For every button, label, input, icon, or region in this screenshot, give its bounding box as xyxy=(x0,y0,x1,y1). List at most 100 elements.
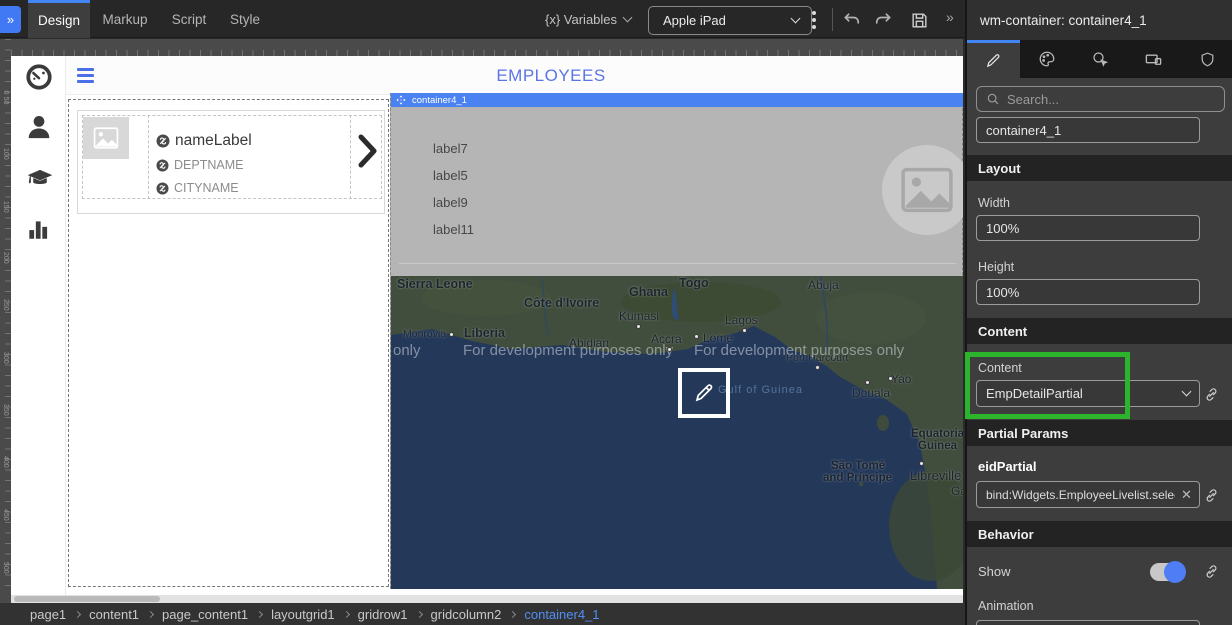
expand-right-panel-button[interactable]: » xyxy=(946,9,954,25)
dept-label-widget[interactable]: DEPTNAME xyxy=(156,158,243,172)
bind-icon xyxy=(156,159,169,172)
redo-icon xyxy=(873,10,893,30)
hamburger-menu-icon[interactable] xyxy=(77,68,94,83)
city-dot xyxy=(449,332,454,337)
page-title[interactable]: EMPLOYEES xyxy=(496,66,605,86)
selected-widget-tag[interactable]: container4_1 xyxy=(391,93,963,107)
tab-style[interactable]: Style xyxy=(222,0,268,38)
tab-script[interactable]: Script xyxy=(164,0,214,38)
breadcrumb-gridrow1[interactable]: gridrow1 xyxy=(358,607,408,622)
tab-devices[interactable] xyxy=(1127,40,1180,78)
tab-inspect[interactable] xyxy=(1074,40,1127,78)
breadcrumb-content1[interactable]: content1 xyxy=(89,607,139,622)
wavemaker-studio: » Design Markup Script Style {x} Variabl… xyxy=(0,0,1232,625)
eidpartial-value: bind:Widgets.EmployeeLivelist.selected xyxy=(986,488,1175,502)
map-label: Kumasi xyxy=(619,309,659,323)
tab-design[interactable]: Design xyxy=(28,0,90,38)
devices-icon xyxy=(1144,50,1163,69)
content-select-value: EmpDetailPartial xyxy=(986,386,1083,401)
section-behavior: Behavior xyxy=(967,521,1232,547)
pencil-icon xyxy=(985,52,1002,69)
image-placeholder[interactable] xyxy=(83,117,129,159)
more-options-button[interactable] xyxy=(803,8,825,32)
city-dot xyxy=(742,328,747,333)
move-icon xyxy=(396,95,406,105)
design-canvas: EMPLOYEES nameLabel DEPTNAME xyxy=(11,56,963,595)
bar-chart-icon[interactable] xyxy=(25,216,53,244)
profile-picture-placeholder[interactable] xyxy=(882,145,963,235)
device-select[interactable]: Apple iPad xyxy=(648,6,812,35)
content-select[interactable]: EmpDetailPartial xyxy=(976,380,1200,407)
toolbar-divider xyxy=(832,8,833,31)
show-toggle[interactable] xyxy=(1150,563,1184,581)
map-label: Liberia xyxy=(464,326,505,340)
map-label: Yao xyxy=(891,372,911,386)
picture-icon xyxy=(900,167,954,213)
map-label: and Príncipe xyxy=(823,472,892,484)
map-label: Douala xyxy=(852,386,890,400)
clear-icon[interactable]: ✕ xyxy=(1181,487,1192,503)
map-label: Ga xyxy=(951,484,963,498)
breadcrumb-container4_1[interactable]: container4_1 xyxy=(524,607,599,622)
tab-styles[interactable] xyxy=(1020,40,1073,78)
search-input[interactable] xyxy=(1007,92,1215,107)
city-dot xyxy=(888,376,893,381)
bind-link-icon[interactable] xyxy=(1203,563,1220,580)
label5-widget[interactable]: label5 xyxy=(433,168,468,183)
map-watermark: For development purposes only xyxy=(694,342,904,359)
eidpartial-input[interactable]: bind:Widgets.EmployeeLivelist.selected xyxy=(976,481,1200,508)
picture-icon xyxy=(93,127,119,149)
map-widget[interactable]: Sierra Leone Côte d'Ivoire Ghana Togo Ab… xyxy=(391,276,963,589)
map-label: Monrovia xyxy=(403,328,446,340)
chevron-right-icon[interactable] xyxy=(356,133,378,174)
undo-button[interactable] xyxy=(841,9,863,31)
width-input[interactable] xyxy=(976,215,1200,241)
animation-input[interactable] xyxy=(976,620,1200,625)
width-label: Width xyxy=(978,196,1010,210)
bind-link-icon[interactable] xyxy=(1203,487,1220,504)
label9-widget[interactable]: label9 xyxy=(433,195,468,210)
save-icon xyxy=(910,11,929,30)
map-watermark: For development purposes only xyxy=(463,342,673,359)
horizontal-scrollbar[interactable] xyxy=(11,595,963,603)
dashboard-icon[interactable] xyxy=(25,63,53,91)
breadcrumb-layoutgrid1[interactable]: layoutgrid1 xyxy=(271,607,335,622)
map-edit-overlay[interactable] xyxy=(678,368,730,418)
map-label: Gulf of Guinea xyxy=(718,384,803,396)
user-icon[interactable] xyxy=(25,113,53,141)
graduation-cap-icon[interactable] xyxy=(25,164,53,192)
label11-widget[interactable]: label11 xyxy=(433,222,474,237)
list-item-template[interactable]: nameLabel DEPTNAME CITYNAME xyxy=(77,110,385,214)
widget-name-input[interactable] xyxy=(976,117,1200,143)
employee-list-widget[interactable]: nameLabel DEPTNAME CITYNAME xyxy=(68,99,389,587)
eidpartial-label: eidPartial xyxy=(978,459,1037,474)
bind-link-icon[interactable] xyxy=(1203,386,1220,403)
map-label: Togo xyxy=(679,276,709,290)
save-button[interactable] xyxy=(908,9,930,31)
collapse-left-panel-button[interactable]: » xyxy=(0,6,21,33)
city-dot xyxy=(865,380,870,385)
name-label-widget[interactable]: nameLabel xyxy=(156,132,252,150)
scrollbar-thumb[interactable] xyxy=(14,596,160,602)
chevron-down-icon xyxy=(1182,387,1192,397)
breadcrumb-page_content1[interactable]: page_content1 xyxy=(162,607,248,622)
property-search[interactable] xyxy=(976,86,1225,112)
variables-menu[interactable]: {x} Variables xyxy=(545,0,631,38)
tab-properties[interactable] xyxy=(967,40,1020,78)
map-label: Côte d'Ivoire xyxy=(524,296,599,310)
label7-widget[interactable]: label7 xyxy=(433,141,468,156)
city-dot xyxy=(919,461,924,466)
redo-button[interactable] xyxy=(872,9,894,31)
tab-security[interactable] xyxy=(1181,40,1232,78)
map-terrain xyxy=(391,276,963,589)
horizontal-ruler xyxy=(11,39,963,56)
height-input[interactable] xyxy=(976,279,1200,305)
breadcrumb-gridcolumn2[interactable]: gridcolumn2 xyxy=(431,607,502,622)
container4_1-widget[interactable]: container4_1 label7 label5 label9 label1… xyxy=(390,93,963,589)
inspect-icon xyxy=(1091,50,1109,68)
city-label-widget[interactable]: CITYNAME xyxy=(156,181,239,195)
breadcrumb-page1[interactable]: page1 xyxy=(30,607,66,622)
shield-icon xyxy=(1199,51,1216,68)
map-label: Sierra Leone xyxy=(397,277,473,291)
tab-markup[interactable]: Markup xyxy=(96,0,154,38)
